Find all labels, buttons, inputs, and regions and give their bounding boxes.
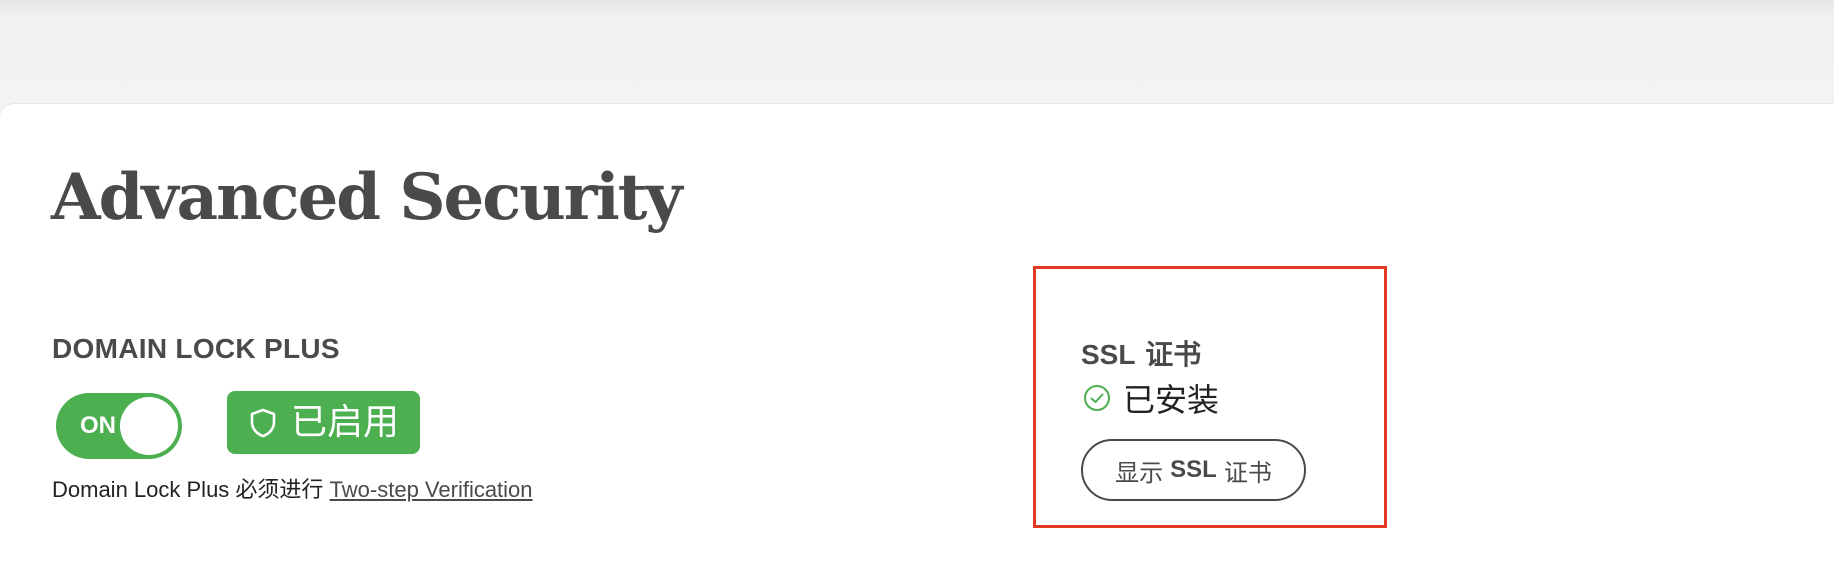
ssl-status-text: 已安装	[1123, 381, 1220, 419]
ssl-status: 已安装	[1083, 375, 1219, 421]
button-ssl: SSL	[1170, 456, 1217, 483]
note-text: Domain Lock Plus 必须进行	[52, 477, 324, 502]
badge-label: 已启用	[291, 401, 400, 443]
button-prefix: 显示	[1115, 458, 1164, 487]
domain-lock-heading: DOMAIN LOCK PLUS	[52, 333, 340, 364]
ssl-title-prefix: SSL	[1081, 339, 1136, 370]
button-suffix: 证书	[1223, 458, 1272, 487]
check-circle-icon	[1084, 385, 1110, 411]
domain-lock-toggle[interactable]: ON	[56, 393, 182, 459]
domain-lock-note: Domain Lock Plus 必须进行 Two-step Verificat…	[52, 472, 533, 504]
top-header-area	[0, 0, 1834, 105]
toggle-knob	[120, 397, 178, 455]
page-title: Advanced Security	[51, 160, 683, 235]
enabled-status-badge: 已启用	[227, 391, 420, 454]
toggle-label: ON	[80, 412, 116, 439]
two-step-verification-link[interactable]: Two-step Verification	[330, 477, 533, 502]
ssl-title-suffix: 证书	[1145, 338, 1202, 371]
shield-icon	[250, 408, 276, 437]
ssl-certificate-title: SSL 证书	[1081, 333, 1201, 373]
show-ssl-certificate-button[interactable]: 显示 SSL 证书	[1081, 439, 1306, 501]
